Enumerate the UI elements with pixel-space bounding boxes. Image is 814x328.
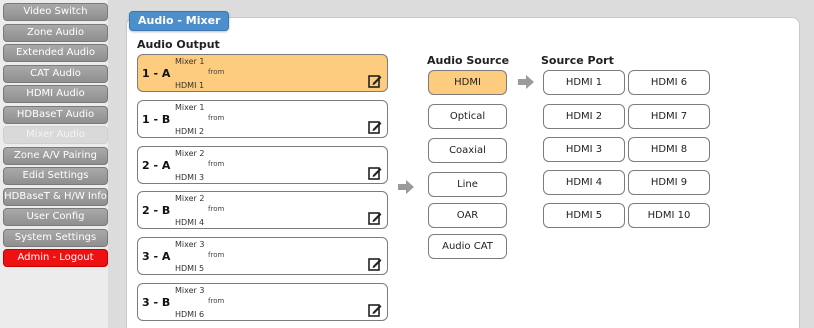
output-mixer: Mixer 2 xyxy=(175,194,205,203)
source-oar-button[interactable]: OAR xyxy=(428,203,507,228)
output-from-label: from xyxy=(208,160,225,168)
output-port: HDMI 4 xyxy=(175,218,205,227)
nav-video-switch[interactable]: Video Switch xyxy=(3,3,108,21)
nav-system-settings[interactable]: System Settings xyxy=(3,229,108,247)
output-name: 3 - A xyxy=(142,250,171,263)
audio-output-1a[interactable]: 1 - A Mixer 1 from HDMI 1 xyxy=(137,54,388,92)
nav-extended-audio[interactable]: Extended Audio xyxy=(3,44,108,62)
audio-output-2b[interactable]: 2 - B Mixer 2 from HDMI 4 xyxy=(137,191,388,229)
sidebar-nav: Video Switch Zone Audio Extended Audio C… xyxy=(0,0,108,328)
port-hdmi-3-button[interactable]: HDMI 3 xyxy=(543,137,625,162)
source-optical-button[interactable]: Optical xyxy=(428,104,507,129)
edit-icon[interactable] xyxy=(368,74,382,88)
port-hdmi-5-button[interactable]: HDMI 5 xyxy=(543,203,625,228)
port-hdmi-6-button[interactable]: HDMI 6 xyxy=(628,70,710,95)
arrow-right-icon xyxy=(398,180,414,194)
output-port: HDMI 1 xyxy=(175,81,205,90)
output-name: 1 - B xyxy=(142,113,171,126)
source-port-heading: Source Port xyxy=(541,54,614,67)
output-name: 2 - A xyxy=(142,159,171,172)
nav-edid-settings[interactable]: Edid Settings xyxy=(3,167,108,185)
panel-title: Audio - Mixer xyxy=(129,11,230,31)
output-from-label: from xyxy=(208,251,225,259)
output-port: HDMI 3 xyxy=(175,173,205,182)
nav-mixer-audio[interactable]: Mixer Audio xyxy=(3,126,108,144)
arrow-right-icon xyxy=(518,75,534,89)
nav-zone-av-pairing[interactable]: Zone A/V Pairing xyxy=(3,147,108,165)
edit-icon[interactable] xyxy=(368,120,382,134)
nav-user-config[interactable]: User Config xyxy=(3,208,108,226)
admin-logout-button[interactable]: Admin - Logout xyxy=(3,249,108,267)
nav-hdbaset-hw-info[interactable]: HDBaseT & H/W Info xyxy=(3,188,108,206)
nav-zone-audio[interactable]: Zone Audio xyxy=(3,24,108,42)
nav-hdbaset-audio[interactable]: HDBaseT Audio xyxy=(3,106,108,124)
source-line-button[interactable]: Line xyxy=(428,172,507,197)
output-from-label: from xyxy=(208,205,225,213)
output-from-label: from xyxy=(208,68,225,76)
nav-hdmi-audio[interactable]: HDMI Audio xyxy=(3,85,108,103)
port-hdmi-1-button[interactable]: HDMI 1 xyxy=(543,70,625,95)
source-coaxial-button[interactable]: Coaxial xyxy=(428,138,507,163)
edit-icon[interactable] xyxy=(368,303,382,317)
output-mixer: Mixer 3 xyxy=(175,240,205,249)
output-name: 3 - B xyxy=(142,296,171,309)
audio-output-2a[interactable]: 2 - A Mixer 2 from HDMI 3 xyxy=(137,146,388,184)
edit-icon[interactable] xyxy=(368,166,382,180)
source-hdmi-button[interactable]: HDMI xyxy=(428,70,507,95)
output-port: HDMI 6 xyxy=(175,310,205,319)
output-name: 2 - B xyxy=(142,204,171,217)
audio-output-3a[interactable]: 3 - A Mixer 3 from HDMI 5 xyxy=(137,237,388,275)
edit-icon[interactable] xyxy=(368,211,382,225)
audio-output-1b[interactable]: 1 - B Mixer 1 from HDMI 2 xyxy=(137,100,388,138)
output-mixer: Mixer 1 xyxy=(175,103,205,112)
output-from-label: from xyxy=(208,114,225,122)
output-port: HDMI 2 xyxy=(175,127,205,136)
output-name: 1 - A xyxy=(142,67,171,80)
audio-output-heading: Audio Output xyxy=(137,38,220,51)
port-hdmi-4-button[interactable]: HDMI 4 xyxy=(543,170,625,195)
port-hdmi-9-button[interactable]: HDMI 9 xyxy=(628,170,710,195)
output-mixer: Mixer 3 xyxy=(175,286,205,295)
output-mixer: Mixer 1 xyxy=(175,57,205,66)
audio-source-heading: Audio Source xyxy=(427,54,510,67)
audio-output-3b[interactable]: 3 - B Mixer 3 from HDMI 6 xyxy=(137,283,388,321)
output-port: HDMI 5 xyxy=(175,264,205,273)
edit-icon[interactable] xyxy=(368,257,382,271)
port-hdmi-2-button[interactable]: HDMI 2 xyxy=(543,104,625,129)
output-mixer: Mixer 2 xyxy=(175,149,205,158)
port-hdmi-10-button[interactable]: HDMI 10 xyxy=(628,203,710,228)
port-hdmi-7-button[interactable]: HDMI 7 xyxy=(628,104,710,129)
port-hdmi-8-button[interactable]: HDMI 8 xyxy=(628,137,710,162)
output-from-label: from xyxy=(208,297,225,305)
source-audio-cat-button[interactable]: Audio CAT xyxy=(428,234,507,259)
nav-cat-audio[interactable]: CAT Audio xyxy=(3,65,108,83)
